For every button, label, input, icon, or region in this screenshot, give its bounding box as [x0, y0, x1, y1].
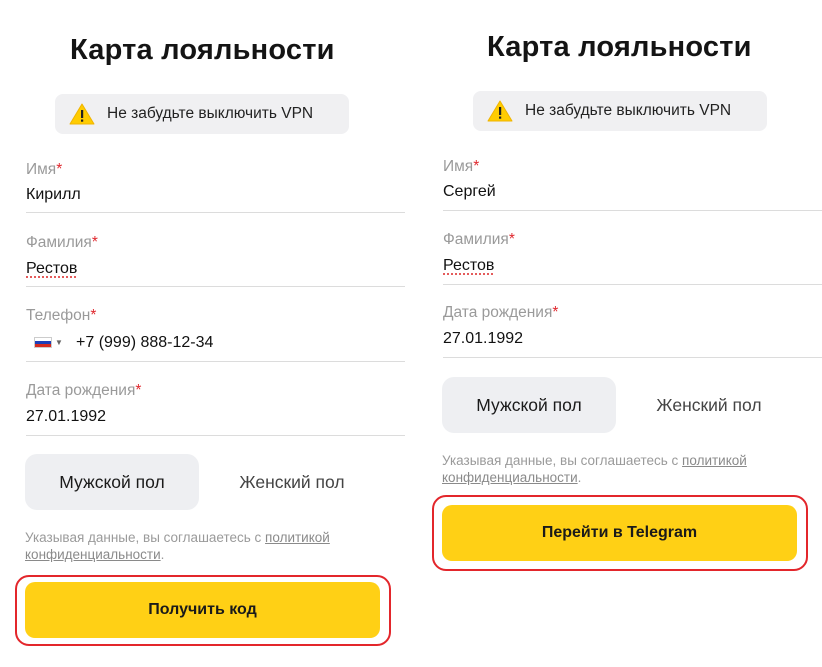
first-name-field[interactable]: Имя* Кирилл: [26, 158, 405, 213]
gender-selector: Мужской пол Женский пол: [442, 377, 802, 433]
left-screen: Карта лояльности Не забудьте выключить V…: [0, 0, 410, 667]
last-name-field[interactable]: Фамилия* Рестов: [26, 231, 405, 287]
vpn-warning-banner: Не забудьте выключить VPN: [55, 94, 349, 134]
page-title: Карта лояльности: [487, 31, 752, 63]
first-name-field[interactable]: Имя* Сергей: [443, 155, 822, 211]
female-gender-button[interactable]: Женский пол: [616, 377, 802, 433]
first-name-value: Кирилл: [26, 186, 81, 203]
required-asterisk: *: [90, 307, 97, 324]
last-name-label: Фамилия: [443, 231, 509, 248]
birthdate-label: Дата рождения: [443, 304, 553, 321]
female-gender-button[interactable]: Женский пол: [199, 454, 385, 510]
required-asterisk: *: [135, 382, 142, 399]
required-asterisk: *: [91, 234, 98, 251]
birthdate-value: 27.01.1992: [443, 330, 524, 347]
consent-text: Указывая данные, вы соглашаетесь с полит…: [442, 453, 747, 485]
get-code-button[interactable]: Получить код: [25, 582, 380, 638]
phone-value: +7 (999) 888-12-34: [76, 334, 214, 351]
first-name-label: Имя: [26, 161, 57, 178]
last-name-label: Фамилия: [26, 234, 92, 251]
russia-flag-icon[interactable]: [34, 337, 52, 348]
page-title: Карта лояльности: [70, 34, 335, 66]
warning-triangle-icon: [69, 103, 95, 125]
birthdate-field[interactable]: Дата рождения* 27.01.1992: [443, 302, 822, 358]
vpn-warning-text: Не забудьте выключить VPN: [107, 105, 314, 122]
birthdate-field[interactable]: Дата рождения* 27.01.1992: [26, 380, 405, 436]
male-gender-button[interactable]: Мужской пол: [442, 377, 616, 433]
go-to-telegram-button[interactable]: Перейти в Telegram: [442, 505, 797, 561]
chevron-down-icon[interactable]: ▼: [55, 338, 63, 347]
required-asterisk: *: [508, 231, 515, 248]
first-name-value: Сергей: [443, 183, 496, 200]
vpn-warning-banner: Не забудьте выключить VPN: [473, 91, 767, 131]
required-asterisk: *: [56, 161, 63, 178]
last-name-value: Рестов: [443, 257, 495, 274]
phone-label: Телефон: [26, 307, 91, 324]
gender-selector: Мужской пол Женский пол: [25, 454, 385, 510]
warning-triangle-icon: [487, 100, 513, 122]
required-asterisk: *: [473, 158, 480, 175]
birthdate-value: 27.01.1992: [26, 408, 107, 425]
right-screen: Карта лояльности Не забудьте выключить V…: [418, 0, 822, 667]
last-name-field[interactable]: Фамилия* Рестов: [443, 229, 822, 285]
first-name-label: Имя: [443, 158, 474, 175]
birthdate-label: Дата рождения: [26, 382, 136, 399]
phone-field[interactable]: Телефон* ▼ +7 (999) 888-12-34: [26, 305, 405, 362]
vpn-warning-text: Не забудьте выключить VPN: [525, 102, 732, 119]
consent-text: Указывая данные, вы соглашаетесь с полит…: [25, 530, 330, 562]
required-asterisk: *: [552, 304, 559, 321]
last-name-value: Рестов: [26, 260, 78, 277]
male-gender-button[interactable]: Мужской пол: [25, 454, 199, 510]
